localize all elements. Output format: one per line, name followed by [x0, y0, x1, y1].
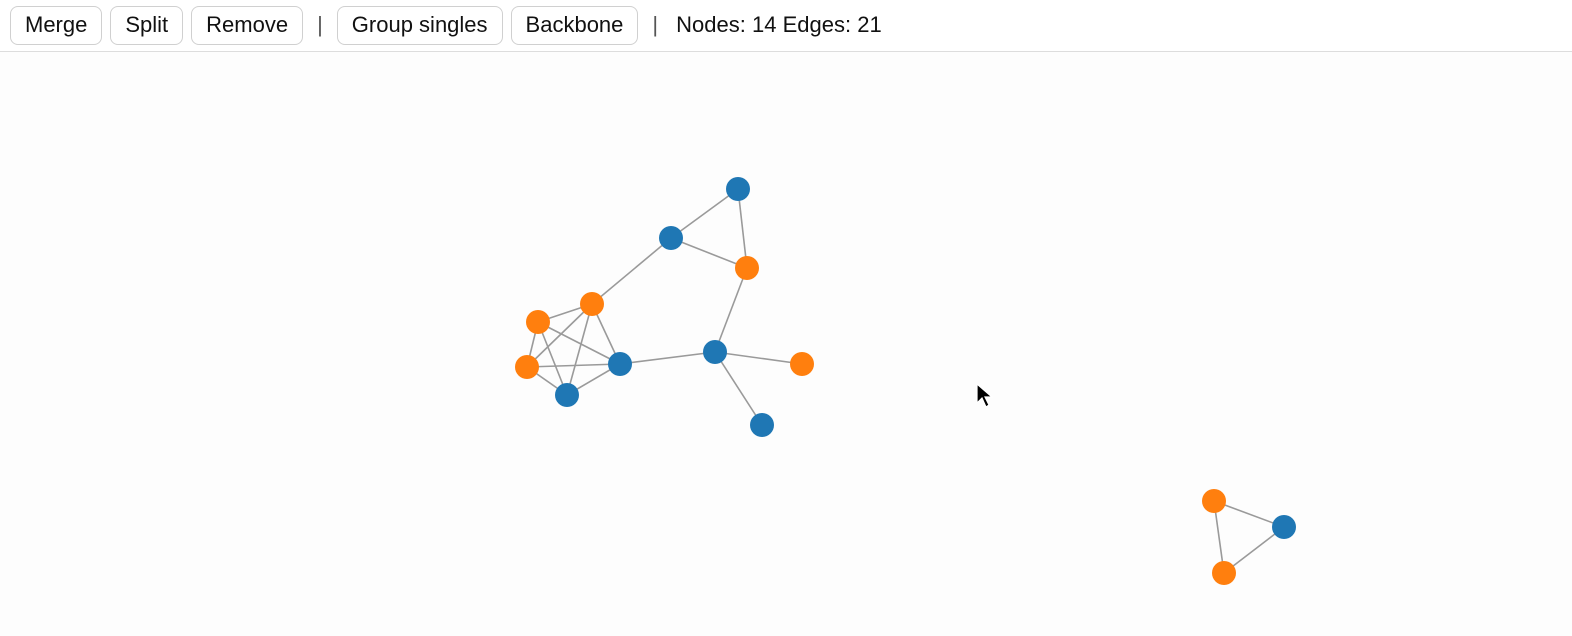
- graph-edge[interactable]: [715, 352, 762, 425]
- graph-stats: Nodes: 14 Edges: 21: [672, 12, 882, 38]
- graph-node[interactable]: [555, 383, 579, 407]
- graph-edge[interactable]: [592, 238, 671, 304]
- graph-node[interactable]: [580, 292, 604, 316]
- graph-edge[interactable]: [715, 268, 747, 352]
- remove-button[interactable]: Remove: [191, 6, 303, 45]
- nodes-count: 14: [752, 12, 776, 37]
- graph-svg[interactable]: [0, 52, 1572, 636]
- toolbar: Merge Split Remove | Group singles Backb…: [0, 0, 1572, 52]
- edges-count: 21: [857, 12, 881, 37]
- graph-node[interactable]: [726, 177, 750, 201]
- graph-edge[interactable]: [715, 352, 802, 364]
- graph-node[interactable]: [526, 310, 550, 334]
- graph-edge[interactable]: [567, 304, 592, 395]
- graph-node[interactable]: [790, 352, 814, 376]
- edges-label: Edges:: [783, 12, 852, 37]
- graph-node[interactable]: [750, 413, 774, 437]
- nodes-label: Nodes:: [676, 12, 746, 37]
- graph-node[interactable]: [515, 355, 539, 379]
- split-button[interactable]: Split: [110, 6, 183, 45]
- graph-node[interactable]: [608, 352, 632, 376]
- graph-node[interactable]: [735, 256, 759, 280]
- graph-canvas[interactable]: [0, 52, 1572, 636]
- group-singles-button[interactable]: Group singles: [337, 6, 503, 45]
- graph-node[interactable]: [1212, 561, 1236, 585]
- graph-node[interactable]: [703, 340, 727, 364]
- graph-edge[interactable]: [538, 322, 620, 364]
- graph-node[interactable]: [1272, 515, 1296, 539]
- graph-edge[interactable]: [620, 352, 715, 364]
- toolbar-separator-2: |: [646, 12, 664, 38]
- graph-edge[interactable]: [671, 238, 747, 268]
- graph-node[interactable]: [1202, 489, 1226, 513]
- toolbar-separator: |: [311, 12, 329, 38]
- graph-edge[interactable]: [527, 364, 620, 367]
- merge-button[interactable]: Merge: [10, 6, 102, 45]
- backbone-button[interactable]: Backbone: [511, 6, 639, 45]
- graph-node[interactable]: [659, 226, 683, 250]
- graph-edge[interactable]: [671, 189, 738, 238]
